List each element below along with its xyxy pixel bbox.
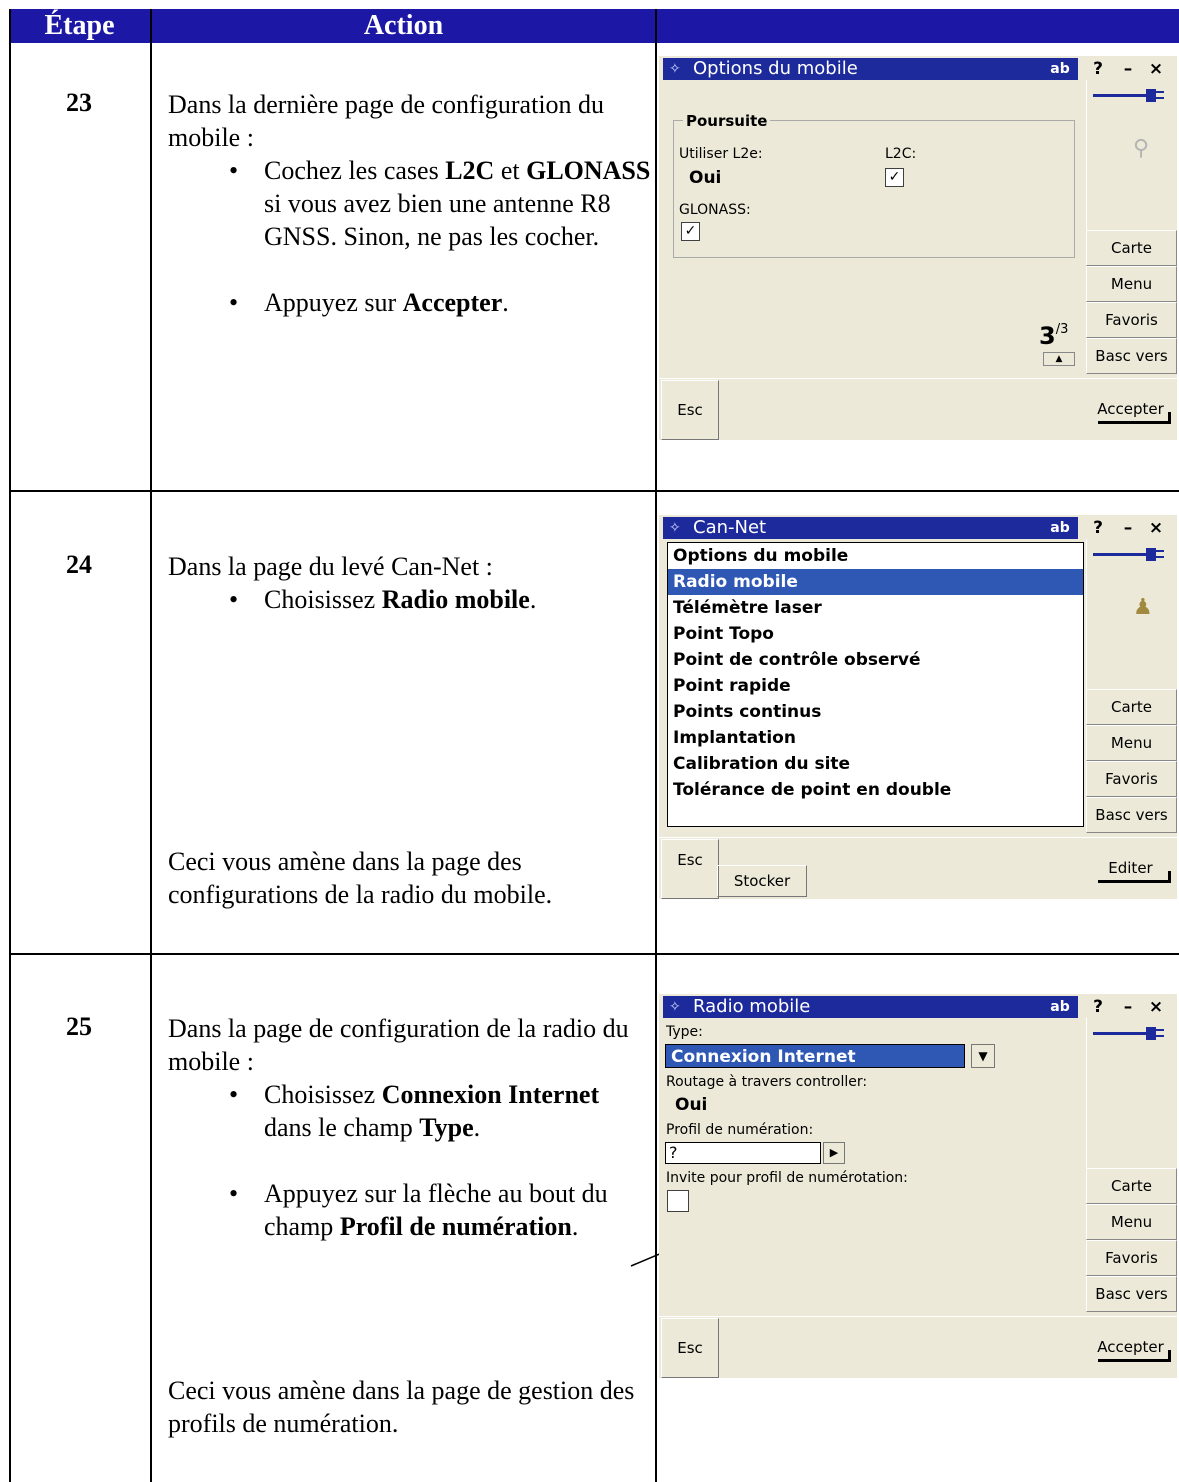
l2e-label: Utiliser L2e: <box>679 146 763 162</box>
type-select[interactable]: Connexion Internet <box>665 1044 965 1068</box>
app-logo-icon: ✧ <box>669 520 681 536</box>
basc-vers-button[interactable]: Basc vers <box>1086 338 1177 374</box>
page-up-icon: ▲ <box>1043 352 1075 366</box>
menu-button[interactable]: Menu <box>1086 725 1177 761</box>
list-item[interactable]: Tolérance de point en double <box>668 777 1083 803</box>
invite-checkbox[interactable] <box>667 1190 689 1212</box>
esc-button[interactable]: Esc <box>661 839 719 899</box>
app-logo-icon: ✧ <box>669 999 681 1015</box>
close-button[interactable]: × <box>1144 996 1168 1018</box>
carte-button[interactable]: Carte <box>1086 230 1177 266</box>
app-logo-icon: ✧ <box>669 61 681 77</box>
plug-icon <box>1093 1027 1164 1040</box>
window-title: ✧ Options du mobile <box>663 58 1042 80</box>
l2e-value: Oui <box>689 168 722 188</box>
favoris-button[interactable]: Favoris <box>1086 761 1177 797</box>
input-mode-button[interactable]: ab <box>1042 996 1078 1018</box>
l2c-label: L2C: <box>885 146 917 162</box>
routing-label: Routage à travers controller: <box>666 1074 868 1090</box>
glonass-checkbox[interactable]: ✓ <box>681 222 700 241</box>
list-item[interactable]: Calibration du site <box>668 751 1083 777</box>
input-mode-button[interactable]: ab <box>1042 517 1078 539</box>
carte-button[interactable]: Carte <box>1086 689 1177 725</box>
esc-button[interactable]: Esc <box>661 380 719 440</box>
menu-button[interactable]: Menu <box>1086 1204 1177 1240</box>
menu-button[interactable]: Menu <box>1086 266 1177 302</box>
page-indicator[interactable]: 3/3 ▲ <box>1039 322 1083 368</box>
page-total: /3 <box>1055 322 1069 337</box>
esc-button[interactable]: Esc <box>661 1318 719 1378</box>
chevron-down-icon[interactable]: ▼ <box>971 1044 995 1068</box>
glonass-label: GLONASS: <box>679 202 751 218</box>
help-button[interactable]: ? <box>1086 58 1110 80</box>
list-item[interactable]: Point de contrôle observé <box>668 647 1083 673</box>
arrow-right-icon[interactable]: ▶ <box>823 1142 845 1164</box>
survey-menu-list: Options du mobile Radio mobile Télémètre… <box>667 542 1084 827</box>
list-item-selected[interactable]: Radio mobile <box>668 569 1083 595</box>
routing-value: Oui <box>675 1095 708 1115</box>
close-button[interactable]: × <box>1144 58 1168 80</box>
minimize-button[interactable]: – <box>1116 58 1140 80</box>
group-box <box>673 120 1075 258</box>
list-item[interactable]: Télémètre laser <box>668 595 1083 621</box>
list-item[interactable]: Implantation <box>668 725 1083 751</box>
help-button[interactable]: ? <box>1086 996 1110 1018</box>
edit-button[interactable]: Editer <box>1086 839 1175 897</box>
store-button[interactable]: Stocker <box>717 865 807 897</box>
basc-vers-button[interactable]: Basc vers <box>1086 1276 1177 1312</box>
screen-options-mobile: ✧ Options du mobile ab ? – × ⚲ Poursuite … <box>659 56 1177 440</box>
profile-label: Profil de numération: <box>666 1122 814 1138</box>
close-button[interactable]: × <box>1144 517 1168 539</box>
input-mode-button[interactable]: ab <box>1042 58 1078 80</box>
favoris-button[interactable]: Favoris <box>1086 302 1177 338</box>
plug-icon <box>1093 548 1164 561</box>
favoris-button[interactable]: Favoris <box>1086 1240 1177 1276</box>
list-item[interactable]: Point Topo <box>668 621 1083 647</box>
minimize-button[interactable]: – <box>1116 517 1140 539</box>
list-item[interactable]: Options du mobile <box>668 543 1083 569</box>
l2c-checkbox[interactable]: ✓ <box>885 168 904 187</box>
list-item[interactable]: Point rapide <box>668 673 1083 699</box>
page-number: 3 <box>1039 322 1056 350</box>
accept-button[interactable]: Accepter <box>1086 1318 1175 1376</box>
plug-icon <box>1093 89 1164 102</box>
screen-can-net: ✧ Can-Net ab ? – × ♟ Options du mobile Ra… <box>659 515 1177 899</box>
list-item[interactable]: Points continus <box>668 699 1083 725</box>
carte-button[interactable]: Carte <box>1086 1168 1177 1204</box>
accept-button[interactable]: Accepter <box>1086 380 1175 438</box>
minimize-button[interactable]: – <box>1116 996 1140 1018</box>
window-title: ✧ Can-Net <box>663 517 1042 539</box>
invite-label: Invite pour profil de numérotation: <box>666 1170 908 1186</box>
help-button[interactable]: ? <box>1086 517 1110 539</box>
profile-input[interactable]: ? <box>665 1142 821 1164</box>
receiver-icon: ⚲ <box>1133 136 1150 161</box>
surveyor-icon: ♟ <box>1133 595 1153 620</box>
basc-vers-button[interactable]: Basc vers <box>1086 797 1177 833</box>
screen-radio-mobile: ✧ Radio mobile ab ? – × Type: Connexion I… <box>659 994 1177 1378</box>
group-title: Poursuite <box>683 112 771 130</box>
type-label: Type: <box>666 1024 703 1040</box>
window-title: ✧ Radio mobile <box>663 996 1042 1018</box>
